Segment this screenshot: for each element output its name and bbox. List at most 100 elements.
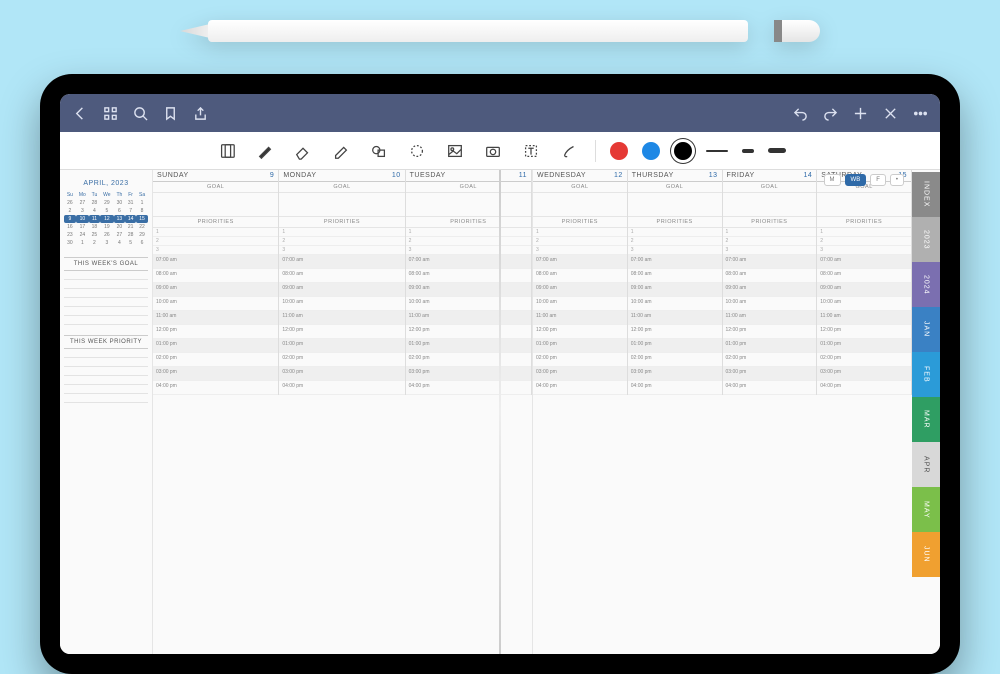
back-icon[interactable]	[72, 105, 88, 121]
time-slot[interactable]: 11:00 am	[628, 311, 722, 325]
time-slot[interactable]: 04:00 pm	[153, 381, 278, 395]
time-slot[interactable]: 11:00 am	[533, 311, 627, 325]
time-slot[interactable]: 11:00 am	[406, 311, 531, 325]
time-slot[interactable]: 08:00 am	[279, 269, 404, 283]
time-slot[interactable]: 10:00 am	[279, 297, 404, 311]
time-slot[interactable]: 09:00 am	[153, 283, 278, 297]
side-tab-apr[interactable]: APR	[912, 442, 940, 487]
lasso-tool-icon[interactable]	[405, 139, 429, 163]
side-tab-feb[interactable]: FEB	[912, 352, 940, 397]
time-slot[interactable]: 03:00 pm	[723, 367, 817, 381]
time-slot[interactable]: 07:00 am	[406, 255, 531, 269]
time-slot[interactable]: 08:00 am	[723, 269, 817, 283]
goal-space[interactable]	[153, 193, 278, 217]
time-slot[interactable]: 07:00 am	[533, 255, 627, 269]
time-slot[interactable]: 08:00 am	[153, 269, 278, 283]
time-slot[interactable]: 04:00 pm	[279, 381, 404, 395]
time-slot[interactable]: 12:00 pm	[817, 325, 911, 339]
goal-space[interactable]	[817, 193, 911, 217]
time-slot[interactable]: 03:00 pm	[406, 367, 531, 381]
goal-lines[interactable]	[64, 271, 148, 325]
time-slot[interactable]: 09:00 am	[723, 283, 817, 297]
time-slot[interactable]: 09:00 am	[533, 283, 627, 297]
time-slot[interactable]: 04:00 pm	[723, 381, 817, 395]
day-header[interactable]: MONDAY10	[279, 170, 404, 182]
priorities-list[interactable]: 123	[628, 228, 722, 255]
brush-tool-icon[interactable]	[557, 139, 581, 163]
side-tab-jan[interactable]: JAN	[912, 307, 940, 352]
view-pill[interactable]: WB	[845, 174, 867, 186]
eraser-tool-icon[interactable]	[291, 139, 315, 163]
time-slot[interactable]: 12:00 pm	[723, 325, 817, 339]
color-black[interactable]	[674, 142, 692, 160]
apps-grid-icon[interactable]	[102, 105, 118, 121]
time-slot[interactable]: 03:00 pm	[817, 367, 911, 381]
time-slot[interactable]: 09:00 am	[406, 283, 531, 297]
time-slot[interactable]: 11:00 am	[279, 311, 404, 325]
time-slot[interactable]: 08:00 am	[817, 269, 911, 283]
side-tab-mar[interactable]: MAR	[912, 397, 940, 442]
shapes-tool-icon[interactable]	[367, 139, 391, 163]
time-slot[interactable]: 09:00 am	[628, 283, 722, 297]
redo-icon[interactable]	[822, 105, 838, 121]
time-slot[interactable]: 12:00 pm	[153, 325, 278, 339]
day-header[interactable]: SUNDAY9	[153, 170, 278, 182]
goal-space[interactable]	[628, 193, 722, 217]
side-tab-may[interactable]: MAY	[912, 487, 940, 532]
color-red[interactable]	[610, 142, 628, 160]
time-slot[interactable]: 09:00 am	[817, 283, 911, 297]
day-header[interactable]: THURSDAY13	[628, 170, 722, 182]
time-slot[interactable]: 10:00 am	[723, 297, 817, 311]
image-tool-icon[interactable]	[443, 139, 467, 163]
time-slot[interactable]: 02:00 pm	[406, 353, 531, 367]
goal-space[interactable]	[406, 193, 531, 217]
time-slot[interactable]: 10:00 am	[533, 297, 627, 311]
side-tab-jun[interactable]: JUN	[912, 532, 940, 577]
goal-space[interactable]	[279, 193, 404, 217]
time-slot[interactable]: 11:00 am	[723, 311, 817, 325]
view-pill[interactable]: F	[870, 174, 886, 186]
day-header[interactable]: WEDNESDAY12	[533, 170, 627, 182]
camera-tool-icon[interactable]	[481, 139, 505, 163]
priorities-list[interactable]: 123	[723, 228, 817, 255]
side-tab-2024[interactable]: 2024	[912, 262, 940, 307]
undo-icon[interactable]	[792, 105, 808, 121]
time-slot[interactable]: 10:00 am	[406, 297, 531, 311]
view-pill[interactable]: •	[890, 174, 904, 186]
time-slot[interactable]: 01:00 pm	[279, 339, 404, 353]
stroke-medium[interactable]	[742, 149, 754, 153]
time-slot[interactable]: 02:00 pm	[153, 353, 278, 367]
time-slot[interactable]: 02:00 pm	[817, 353, 911, 367]
time-slot[interactable]: 03:00 pm	[533, 367, 627, 381]
time-slot[interactable]: 02:00 pm	[628, 353, 722, 367]
priorities-list[interactable]: 123	[406, 228, 531, 255]
time-slot[interactable]: 01:00 pm	[723, 339, 817, 353]
mini-calendar[interactable]: SuMoTuWeThFrSa26272829303112345678910111…	[64, 191, 148, 247]
time-slot[interactable]: 03:00 pm	[153, 367, 278, 381]
priorities-list[interactable]: 123	[279, 228, 404, 255]
priority-lines[interactable]	[64, 349, 148, 403]
notebook-tool-icon[interactable]	[215, 139, 239, 163]
time-slot[interactable]: 04:00 pm	[406, 381, 531, 395]
view-pill[interactable]: M	[824, 174, 841, 186]
time-slot[interactable]: 04:00 pm	[817, 381, 911, 395]
day-header[interactable]: FRIDAY14	[723, 170, 817, 182]
time-slot[interactable]: 12:00 pm	[406, 325, 531, 339]
highlighter-tool-icon[interactable]	[329, 139, 353, 163]
time-slot[interactable]: 03:00 pm	[279, 367, 404, 381]
time-slot[interactable]: 07:00 am	[723, 255, 817, 269]
priorities-list[interactable]: 123	[533, 228, 627, 255]
side-tab-index[interactable]: INDEX	[912, 172, 940, 217]
time-slot[interactable]: 12:00 pm	[279, 325, 404, 339]
time-slot[interactable]: 10:00 am	[628, 297, 722, 311]
time-slot[interactable]: 07:00 am	[628, 255, 722, 269]
text-tool-icon[interactable]	[519, 139, 543, 163]
time-slot[interactable]: 02:00 pm	[533, 353, 627, 367]
goal-space[interactable]	[533, 193, 627, 217]
time-slot[interactable]: 01:00 pm	[533, 339, 627, 353]
bookmark-icon[interactable]	[162, 105, 178, 121]
time-slot[interactable]: 04:00 pm	[628, 381, 722, 395]
time-slot[interactable]: 08:00 am	[406, 269, 531, 283]
time-slot[interactable]: 01:00 pm	[406, 339, 531, 353]
priorities-list[interactable]: 123	[153, 228, 278, 255]
